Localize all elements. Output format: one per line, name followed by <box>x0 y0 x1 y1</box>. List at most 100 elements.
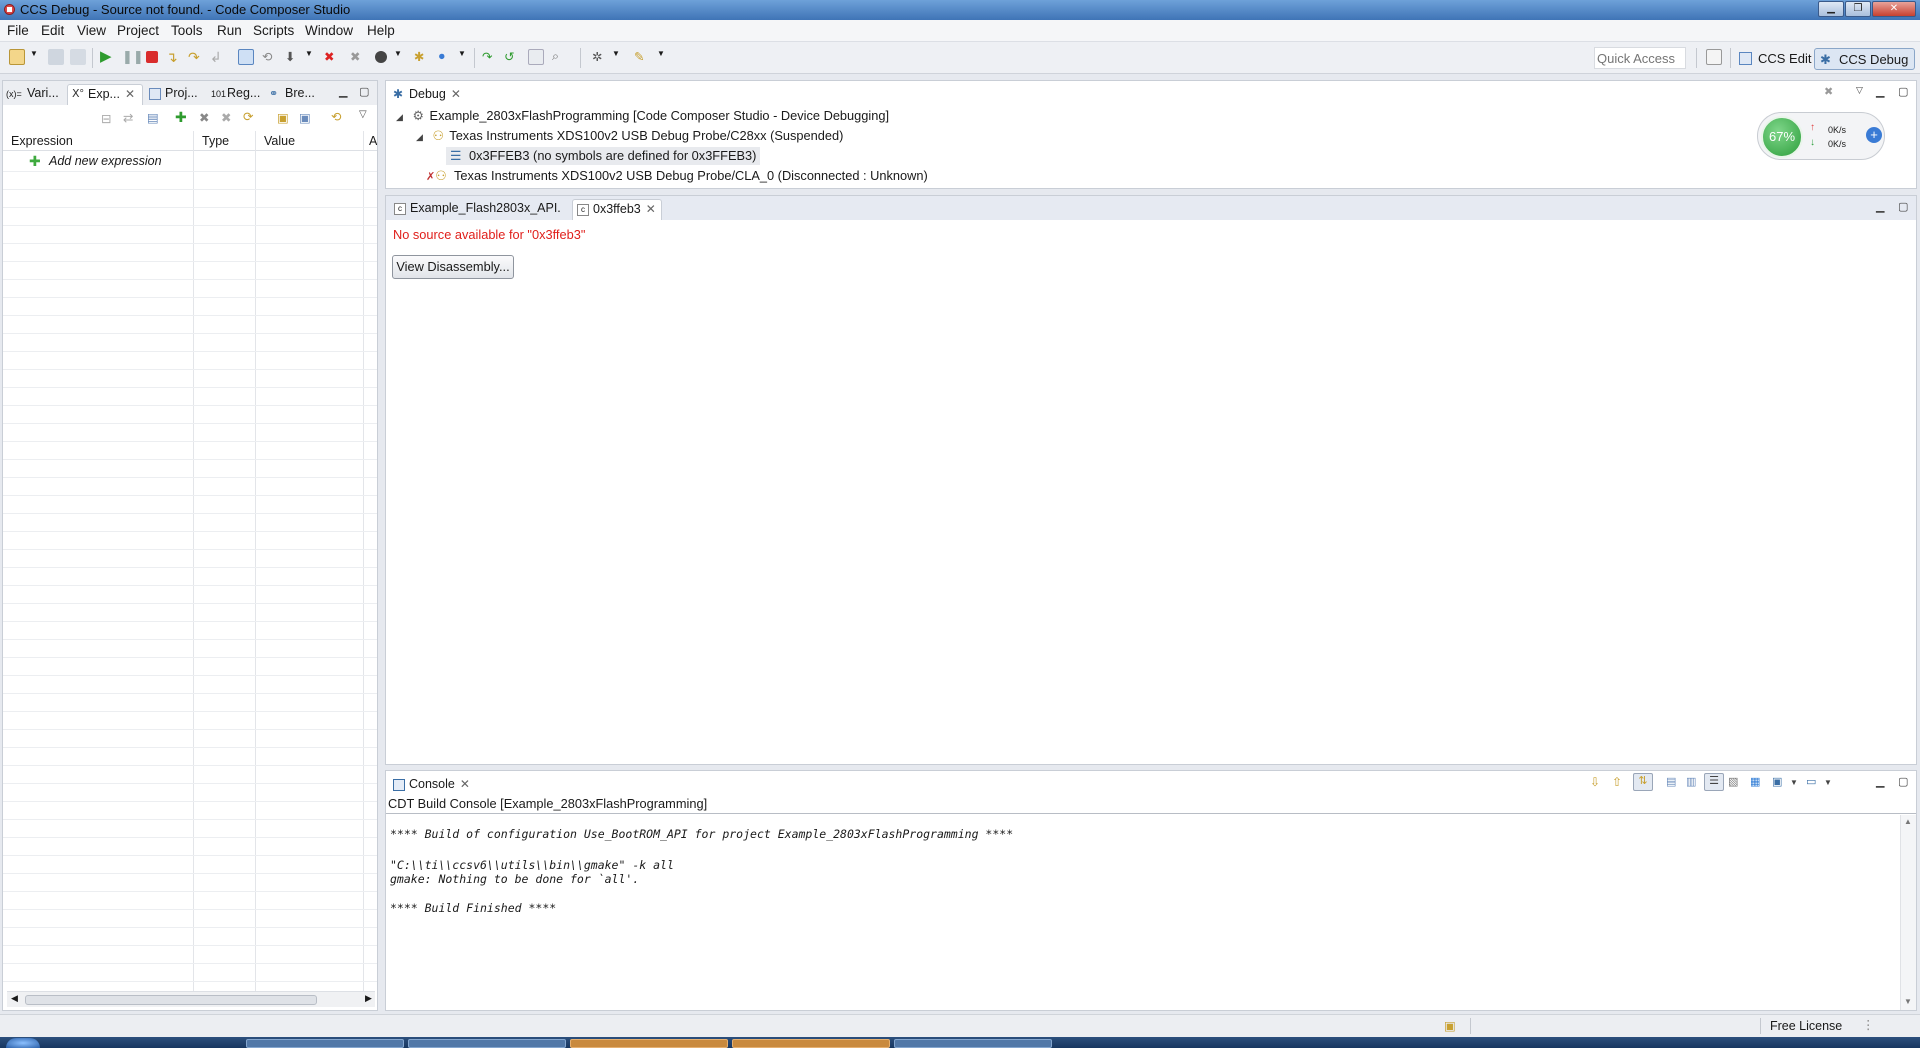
menu-tools[interactable]: Tools <box>171 23 203 38</box>
tab-breakpoints[interactable]: ⚭ Bre... <box>265 84 327 105</box>
previous-icon[interactable]: ⇧ <box>1612 775 1622 789</box>
tab-0x3ffeb3[interactable]: c 0x3ffeb3 ✕ <box>572 199 662 220</box>
pin-icon[interactable]: ✎ <box>634 49 650 65</box>
minimize-window-button[interactable]: ▁ <box>1818 1 1844 17</box>
tab-registers[interactable]: 101 Reg... <box>207 84 265 105</box>
restore-window-button[interactable]: ❐ <box>1845 1 1871 17</box>
add-new-expression-row[interactable]: ✚ Add new expression <box>11 153 191 171</box>
console-vertical-scrollbar[interactable]: ▲ ▼ <box>1900 815 1916 1010</box>
column-address[interactable]: A <box>369 134 377 148</box>
status-menu-icon[interactable]: ⋮ <box>1862 1017 1875 1032</box>
menu-view[interactable]: View <box>77 23 106 38</box>
tab-expressions[interactable]: Ⅹ° Exp... ✕ <box>67 84 143 105</box>
dropdown-arrow-icon[interactable]: ▼ <box>1824 778 1832 787</box>
dropdown-arrow-icon[interactable]: ▼ <box>657 49 665 65</box>
minimize-icon[interactable]: ▁ <box>1876 85 1884 98</box>
search-icon[interactable]: ⌕ <box>552 49 568 65</box>
column-type[interactable]: Type <box>202 134 229 148</box>
remove-all-icon[interactable]: ✖ <box>221 110 231 125</box>
menu-edit[interactable]: Edit <box>41 23 64 38</box>
import-icon[interactable]: ▣ <box>277 110 289 125</box>
save-icon[interactable] <box>48 49 64 65</box>
scroll-down-icon[interactable]: ▼ <box>1904 997 1912 1006</box>
dropdown-arrow-icon[interactable]: ▼ <box>458 49 466 65</box>
tab-project-explorer[interactable]: Proj... <box>145 84 205 105</box>
minimize-icon[interactable]: ▁ <box>339 85 347 98</box>
close-icon[interactable]: ✕ <box>460 777 470 791</box>
perspective-ccs-debug[interactable]: ✱ CCS Debug <box>1814 48 1916 70</box>
next-icon[interactable]: ⇩ <box>1590 775 1600 789</box>
maximize-icon[interactable]: ▢ <box>359 85 369 98</box>
horizontal-scrollbar[interactable]: ◀ ▶ <box>7 991 375 1007</box>
link-icon[interactable]: ⇄ <box>123 110 133 125</box>
step-over-icon[interactable]: ↷ <box>188 49 204 65</box>
open-console-icon[interactable]: ▭ <box>1806 775 1816 788</box>
dropdown-arrow-icon[interactable]: ▼ <box>612 49 620 65</box>
display-console-icon[interactable]: ▣ <box>1772 775 1782 788</box>
clear-console-icon[interactable]: ▧ <box>1728 775 1738 788</box>
minimize-icon[interactable]: ▁ <box>1876 775 1884 788</box>
menu-help[interactable]: Help <box>367 23 395 38</box>
view-menu-icon[interactable]: ▽ <box>1856 85 1863 96</box>
quick-access-input[interactable] <box>1594 47 1686 69</box>
expand-widget-icon[interactable]: + <box>1866 127 1882 143</box>
suspend-icon[interactable]: ❚❚ <box>122 49 144 65</box>
step-asm-icon[interactable]: ↷ <box>482 49 498 65</box>
step-over-asm-icon[interactable]: ↺ <box>504 49 520 65</box>
close-window-button[interactable]: ✕ <box>1872 1 1916 17</box>
taskbar-item[interactable] <box>246 1039 404 1048</box>
menu-project[interactable]: Project <box>117 23 159 38</box>
resume-icon[interactable]: ▶ <box>100 49 116 65</box>
scroll-right-icon[interactable]: ▶ <box>365 993 372 1004</box>
pin-console-icon[interactable]: ▦ <box>1750 775 1760 788</box>
scrollbar-thumb[interactable] <box>25 995 317 1005</box>
column-expression[interactable]: Expression <box>11 134 73 148</box>
tree-row-stack-frame[interactable]: ☰ 0x3FFEB3 (no symbols are defined for 0… <box>446 147 761 165</box>
settings-icon[interactable]: ✲ <box>592 49 608 65</box>
connect-icon[interactable]: ✖ <box>350 49 366 65</box>
add-icon[interactable]: ✚ <box>175 109 187 126</box>
export-icon[interactable]: ▣ <box>299 110 311 125</box>
collapse-all-icon[interactable]: ⊟ <box>101 111 111 126</box>
view-menu-icon[interactable]: ▽ <box>359 109 367 120</box>
load-program-icon[interactable]: ⬇ <box>285 49 301 65</box>
remove-terminated-icon[interactable]: ✖ <box>1824 85 1833 98</box>
build-status-icon[interactable]: ▣ <box>1444 1018 1456 1033</box>
new-icon[interactable] <box>9 49 25 65</box>
step-into-icon[interactable]: ↴ <box>166 49 182 65</box>
maximize-icon[interactable]: ▢ <box>1898 200 1908 213</box>
taskbar-item[interactable] <box>570 1039 728 1048</box>
terminate-icon[interactable] <box>146 51 158 63</box>
view-icon[interactable] <box>528 49 544 65</box>
word-wrap-icon[interactable]: ☰ <box>1704 773 1724 791</box>
tree-row-project[interactable]: ◢ ⚙ Example_2803xFlashProgramming [Code … <box>396 108 889 124</box>
tab-variables[interactable]: (x)= Vari... <box>3 84 65 105</box>
dropdown-arrow-icon[interactable]: ▼ <box>394 49 402 65</box>
close-icon[interactable]: ✕ <box>125 87 135 101</box>
scroll-left-icon[interactable]: ◀ <box>11 993 18 1004</box>
menu-window[interactable]: Window <box>305 23 353 38</box>
copy-icon[interactable]: ▤ <box>1666 775 1676 788</box>
taskbar-item[interactable] <box>894 1039 1052 1048</box>
save-all-icon[interactable] <box>70 49 86 65</box>
instruction-stepping-icon[interactable] <box>238 49 254 65</box>
column-value[interactable]: Value <box>264 134 295 148</box>
paste-icon[interactable]: ▥ <box>1686 775 1696 788</box>
license-status[interactable]: Free License <box>1770 1019 1842 1033</box>
maximize-icon[interactable]: ▢ <box>1898 775 1908 788</box>
tab-console[interactable]: Console ✕ <box>388 774 478 795</box>
expand-arrow-icon[interactable]: ◢ <box>416 132 423 142</box>
continuous-refresh-icon[interactable]: ⟲ <box>331 109 341 124</box>
tree-row-cla[interactable]: ✗⚇ Texas Instruments XDS100v2 USB Debug … <box>426 168 928 184</box>
menu-file[interactable]: File <box>7 23 29 38</box>
open-perspective-icon[interactable] <box>1706 49 1722 65</box>
restart-icon[interactable] <box>375 51 387 63</box>
dropdown-arrow-icon[interactable]: ▼ <box>1790 778 1798 787</box>
step-return-icon[interactable]: ↲ <box>210 49 226 65</box>
close-icon[interactable]: ✕ <box>451 87 461 101</box>
tab-debug[interactable]: ✱ Debug ✕ <box>388 84 474 105</box>
run-icon[interactable]: ● <box>438 49 454 65</box>
taskbar-item[interactable] <box>408 1039 566 1048</box>
remove-icon[interactable]: ✖ <box>199 110 209 125</box>
menu-scripts[interactable]: Scripts <box>253 23 294 38</box>
